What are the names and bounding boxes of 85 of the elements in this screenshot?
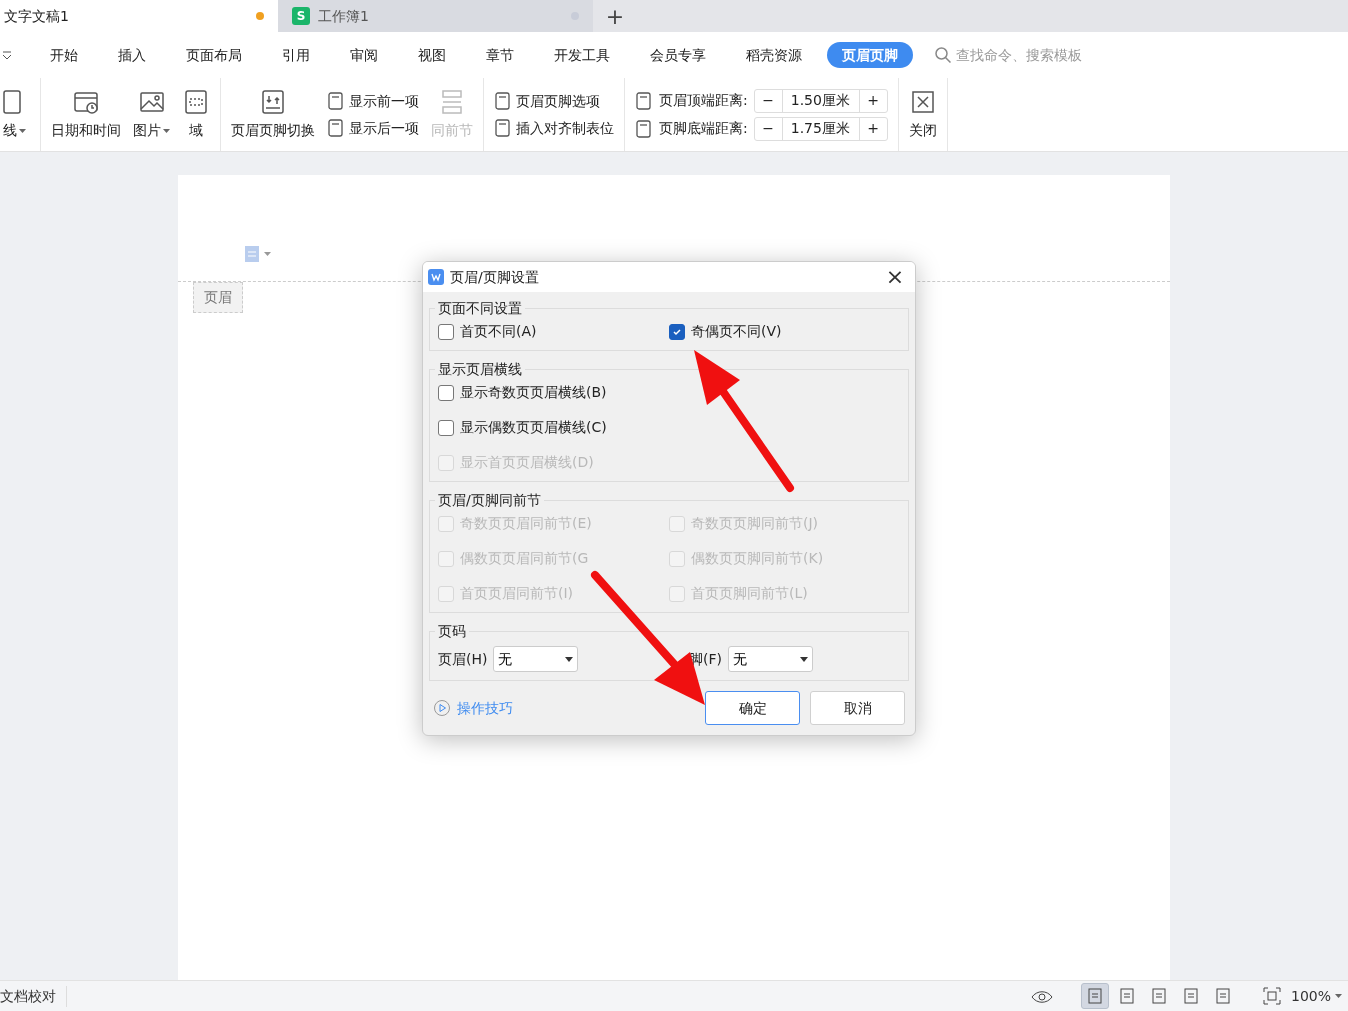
spinner-label: 页脚底端距离:: [659, 119, 748, 138]
page-icon: [635, 118, 653, 139]
checkbox[interactable]: [438, 419, 454, 436]
document-tab[interactable]: 文字文稿1: [0, 0, 278, 32]
ribbon-button[interactable]: 日期和时间: [51, 88, 121, 141]
fit-page-icon[interactable]: [1262, 987, 1281, 1005]
menu-tab[interactable]: 审阅: [335, 42, 393, 68]
document-tab[interactable]: S 工作簿1: [278, 0, 593, 32]
spinner-field[interactable]: − 1.75厘米 +: [753, 116, 888, 141]
view-mode-icon: [1149, 987, 1168, 1005]
ribbon-button[interactable]: 页眉页脚选项: [494, 90, 614, 112]
dialog-title: 页眉/页脚设置: [450, 267, 540, 287]
group-title: 页面不同设置: [437, 299, 523, 318]
ribbon-button[interactable]: 页眉页脚切换: [231, 88, 315, 141]
app-icon: [428, 269, 444, 285]
view-mode-icon: [1085, 987, 1104, 1005]
tab-title: 工作簿1: [318, 6, 370, 26]
spreadsheet-badge: S: [292, 7, 310, 25]
select-label: 页眉(H): [438, 649, 488, 669]
ribbon-button[interactable]: 图片: [133, 88, 170, 141]
increment-button[interactable]: +: [858, 89, 887, 112]
spinner-value: 1.75厘米: [789, 119, 851, 138]
ribbon-button[interactable]: 域: [182, 88, 210, 141]
eye-icon[interactable]: [1030, 988, 1053, 1004]
menu-tab[interactable]: 稻壳资源: [731, 42, 817, 68]
caret-icon: [1335, 994, 1342, 998]
proofing-label[interactable]: 文档校对: [0, 985, 67, 1007]
checkbox-option[interactable]: 显示奇数页页眉横线(B): [438, 382, 900, 403]
dialog-button[interactable]: 取消: [810, 691, 905, 725]
number-format-select[interactable]: 无: [728, 646, 813, 672]
checkmark-icon: [672, 326, 682, 337]
spinner-value: 1.50厘米: [789, 91, 851, 110]
zoom-level[interactable]: 100%: [1290, 985, 1342, 1007]
page-icon: [327, 91, 345, 111]
menu-tab[interactable]: 会员专享: [635, 42, 721, 68]
menu-tab[interactable]: 视图: [403, 42, 461, 68]
search-icon: [934, 46, 952, 64]
menu-tab[interactable]: 插入: [103, 42, 161, 68]
spinner-label: 页眉顶端距离:: [659, 91, 748, 110]
new-tab-button[interactable]: +: [593, 0, 637, 32]
menu-tab[interactable]: 章节: [471, 42, 529, 68]
view-mode-icon: [1181, 987, 1200, 1005]
collapse-icon[interactable]: [2, 50, 12, 60]
increment-button[interactable]: +: [858, 117, 887, 140]
ribbon-icon: [259, 88, 287, 116]
view-mode-icon: [1213, 987, 1232, 1005]
menu-tab[interactable]: 开发工具: [539, 42, 625, 68]
view-mode-button[interactable]: [1080, 983, 1109, 1009]
checkbox[interactable]: [438, 384, 454, 401]
ribbon-button[interactable]: 关闭: [908, 88, 937, 141]
close-button[interactable]: ×: [880, 266, 910, 288]
ribbon-button[interactable]: 插入对齐制表位: [494, 117, 614, 139]
number-format-select[interactable]: 无: [493, 646, 579, 672]
menu-tab[interactable]: 开始: [35, 42, 93, 68]
group-title: 页码: [437, 622, 467, 641]
group-title: 显示页眉横线: [437, 360, 523, 379]
group-title: 页眉/页脚同前节: [437, 491, 542, 510]
checkbox-option[interactable]: 奇偶页不同(V): [669, 321, 900, 342]
tab-title: 文字文稿1: [4, 6, 70, 26]
checkbox-option[interactable]: 首页不同(A): [438, 321, 669, 342]
checkbox[interactable]: [438, 323, 454, 340]
decrement-button[interactable]: −: [754, 89, 783, 112]
ribbon-button[interactable]: 线: [0, 88, 28, 141]
caret-icon: [264, 252, 271, 256]
menu-tab[interactable]: 引用: [267, 42, 325, 68]
page-icon: [635, 90, 653, 111]
menu-tab[interactable]: 页面布局: [171, 42, 257, 68]
caret-icon: [800, 656, 808, 662]
search-field[interactable]: 查找命令、搜索模板: [934, 44, 1116, 66]
spinner-field[interactable]: − 1.50厘米 +: [753, 88, 888, 113]
document-icon[interactable]: [244, 245, 260, 263]
page-icon: [494, 118, 512, 138]
ribbon-button[interactable]: 显示前一项: [327, 90, 419, 112]
play-icon: [433, 699, 451, 717]
checkbox-option[interactable]: 显示偶数页页眉横线(C): [438, 417, 900, 438]
page-icon: [327, 118, 345, 138]
dialog-button[interactable]: 确定: [705, 691, 800, 725]
decrement-button[interactable]: −: [754, 117, 783, 140]
header-tag: 页眉: [193, 282, 243, 313]
ribbon-button[interactable]: 显示后一项: [327, 117, 419, 139]
page-icon: [494, 91, 512, 111]
ribbon-icon: [182, 88, 210, 116]
caret-icon: [565, 656, 574, 662]
checkbox[interactable]: [669, 323, 685, 340]
view-mode-icon: [1117, 987, 1136, 1005]
